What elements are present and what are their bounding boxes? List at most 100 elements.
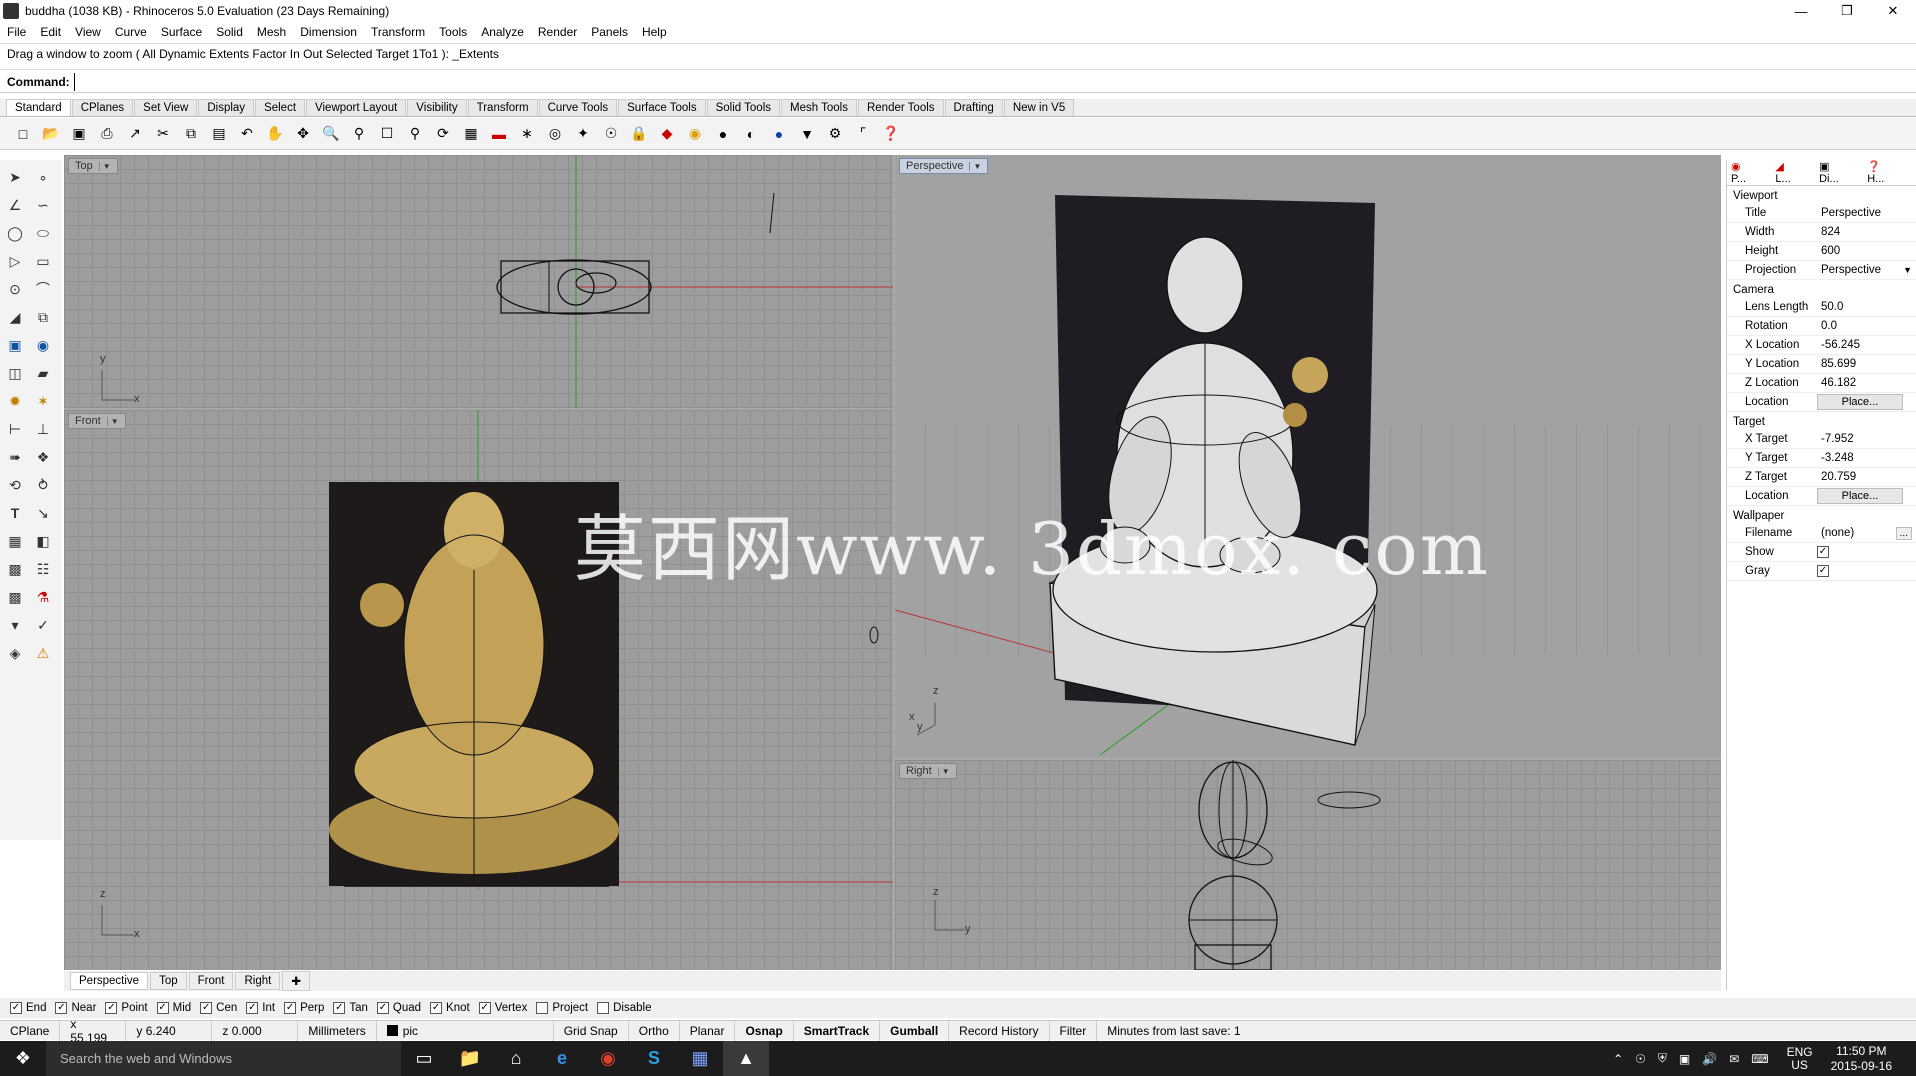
keyboard-icon[interactable]: ⌨ bbox=[1751, 1052, 1768, 1066]
tab-viewport-layout[interactable]: Viewport Layout bbox=[306, 99, 407, 116]
select-arrow-icon[interactable]: ➤ bbox=[4, 166, 26, 188]
status-ortho[interactable]: Ortho bbox=[629, 1020, 680, 1041]
checkbox-checked[interactable]: ✓ bbox=[105, 1002, 118, 1014]
open-file-icon[interactable]: 📂 bbox=[40, 123, 62, 145]
copy-icon[interactable]: ⧉ bbox=[180, 123, 202, 145]
split-icon[interactable]: ✶ bbox=[32, 390, 54, 412]
export-icon[interactable]: ↗ bbox=[124, 123, 146, 145]
render-preview-icon[interactable]: ● bbox=[712, 123, 734, 145]
rotate-icon[interactable]: ⟲ bbox=[4, 474, 26, 496]
gray-checkbox[interactable]: ✓ bbox=[1817, 565, 1829, 577]
tab-curve-tools[interactable]: Curve Tools bbox=[538, 99, 618, 116]
file-explorer-icon[interactable]: 📁 bbox=[447, 1041, 493, 1076]
select-points-icon[interactable]: ∗ bbox=[516, 123, 538, 145]
tab-render-tools[interactable]: Render Tools bbox=[857, 99, 944, 116]
color-wheel-icon[interactable]: ◉ bbox=[684, 123, 706, 145]
trim-icon[interactable]: ⊢ bbox=[4, 418, 26, 440]
restore-button[interactable]: ❐ bbox=[1824, 0, 1870, 22]
panel-tab-display[interactable]: ▣ Di... bbox=[1819, 160, 1857, 185]
volume-icon[interactable]: 🔊 bbox=[1702, 1052, 1717, 1066]
task-view-icon[interactable]: ▭ bbox=[401, 1041, 447, 1076]
mesh-tool-icon[interactable]: ▾ bbox=[4, 614, 26, 636]
lock-icon[interactable]: 🔒 bbox=[628, 123, 650, 145]
checkbox-checked[interactable]: ✓ bbox=[55, 1002, 68, 1014]
status-filter[interactable]: Filter bbox=[1050, 1020, 1098, 1041]
checkbox-checked[interactable]: ✓ bbox=[376, 1002, 389, 1014]
osnap-tan[interactable]: ✓ Tan bbox=[333, 1002, 368, 1014]
arc-icon[interactable]: ⊙ bbox=[4, 278, 26, 300]
chrome-icon[interactable]: ◉ bbox=[585, 1041, 631, 1076]
help-icon[interactable]: ❓ bbox=[880, 123, 902, 145]
tab-standard[interactable]: Standard bbox=[6, 99, 71, 116]
menu-edit[interactable]: Edit bbox=[33, 25, 68, 39]
text-icon[interactable]: T bbox=[4, 502, 26, 524]
status-record-history[interactable]: Record History bbox=[949, 1020, 1050, 1041]
menu-view[interactable]: View bbox=[68, 25, 108, 39]
undo-icon[interactable]: ↶ bbox=[236, 123, 258, 145]
prop-value[interactable]: 46.182 bbox=[1817, 377, 1916, 389]
surface-icon[interactable]: ▰ bbox=[32, 362, 54, 384]
tab-display[interactable]: Display bbox=[198, 99, 255, 116]
target-place-button[interactable]: Place... bbox=[1817, 488, 1903, 504]
osnap-int[interactable]: ✓ Int bbox=[246, 1002, 275, 1014]
solid-edit-icon[interactable]: ▩ bbox=[4, 558, 26, 580]
copy-objects-icon[interactable]: ❖ bbox=[32, 446, 54, 468]
network-icon[interactable]: ▣ bbox=[1679, 1052, 1690, 1066]
check-icon[interactable]: ✓ bbox=[32, 614, 54, 636]
point-icon[interactable]: ∘ bbox=[32, 166, 54, 188]
move-icon[interactable]: ✥ bbox=[292, 123, 314, 145]
extrude-icon[interactable]: ⧉ bbox=[32, 306, 54, 328]
ellipse-icon[interactable]: ⬭ bbox=[32, 222, 54, 244]
menu-dimension[interactable]: Dimension bbox=[293, 25, 364, 39]
projection-select[interactable]: Perspective bbox=[1817, 264, 1903, 276]
polyline-icon[interactable]: ∠ bbox=[4, 194, 26, 216]
checkbox-checked[interactable]: ✓ bbox=[284, 1002, 297, 1014]
panel-tab-help[interactable]: ❓ H... bbox=[1867, 160, 1906, 185]
osnap-vertex[interactable]: ✓ Vertex bbox=[478, 1002, 527, 1014]
wallpaper-filename[interactable]: (none) bbox=[1817, 527, 1896, 539]
language-indicator[interactable]: ENG US bbox=[1781, 1045, 1819, 1072]
skype-icon[interactable]: S bbox=[631, 1041, 677, 1076]
tab-solid-tools[interactable]: Solid Tools bbox=[706, 99, 780, 116]
mirror-icon[interactable]: ◧ bbox=[32, 530, 54, 552]
array-icon[interactable]: ▩ bbox=[4, 586, 26, 608]
boolean-icon[interactable]: ◉ bbox=[32, 334, 54, 356]
tab-surface-tools[interactable]: Surface Tools bbox=[618, 99, 706, 116]
status-layer[interactable]: pic bbox=[377, 1020, 554, 1041]
menu-curve[interactable]: Curve bbox=[108, 25, 154, 39]
osnap-mid[interactable]: ✓ Mid bbox=[156, 1002, 191, 1014]
checkbox-unchecked[interactable] bbox=[536, 1002, 549, 1014]
four-view-icon[interactable]: ▦ bbox=[460, 123, 482, 145]
chevron-up-icon[interactable]: ⌃ bbox=[1613, 1052, 1623, 1066]
layer-icon[interactable]: ◎ bbox=[544, 123, 566, 145]
minimize-button[interactable]: — bbox=[1778, 0, 1824, 22]
render-icon[interactable]: ◐ bbox=[740, 123, 762, 145]
rendered-sphere-icon[interactable]: ● bbox=[768, 123, 790, 145]
menu-solid[interactable]: Solid bbox=[209, 25, 250, 39]
vp-tab-perspective[interactable]: Perspective bbox=[70, 972, 149, 990]
osnap-disable[interactable]: Disable bbox=[597, 1002, 651, 1014]
circle-icon[interactable]: ◯ bbox=[4, 222, 26, 244]
pan-icon[interactable]: ✋ bbox=[264, 123, 286, 145]
zoom-selected-icon[interactable]: ⚲ bbox=[404, 123, 426, 145]
checkbox-unchecked[interactable] bbox=[597, 1002, 610, 1014]
panel-tab-properties[interactable]: ◉ P... bbox=[1731, 160, 1765, 185]
tab-set-view[interactable]: Set View bbox=[134, 99, 198, 116]
rectangle-icon[interactable]: ▭ bbox=[32, 250, 54, 272]
dimension-tool-icon[interactable]: ↘ bbox=[32, 502, 54, 524]
checkbox-checked[interactable]: ✓ bbox=[156, 1002, 169, 1014]
material-icon[interactable]: ◆ bbox=[656, 123, 678, 145]
save-icon[interactable]: ▣ bbox=[68, 123, 90, 145]
surface-corner-icon[interactable]: ◢ bbox=[4, 306, 26, 328]
camera-place-button[interactable]: Place... bbox=[1817, 394, 1903, 410]
menu-mesh[interactable]: Mesh bbox=[250, 25, 293, 39]
group-icon[interactable]: ▦ bbox=[4, 530, 26, 552]
dimension-icon[interactable]: ⌜ bbox=[852, 123, 874, 145]
menu-render[interactable]: Render bbox=[531, 25, 584, 39]
zoom-icon[interactable]: 🔍 bbox=[320, 123, 342, 145]
join-icon[interactable]: ⊥ bbox=[32, 418, 54, 440]
polygon-icon[interactable]: ▷ bbox=[4, 250, 26, 272]
options-gear-icon[interactable]: ⚙ bbox=[824, 123, 846, 145]
browse-button[interactable]: ... bbox=[1895, 526, 1912, 540]
prop-value[interactable]: -56.245 bbox=[1817, 339, 1916, 351]
